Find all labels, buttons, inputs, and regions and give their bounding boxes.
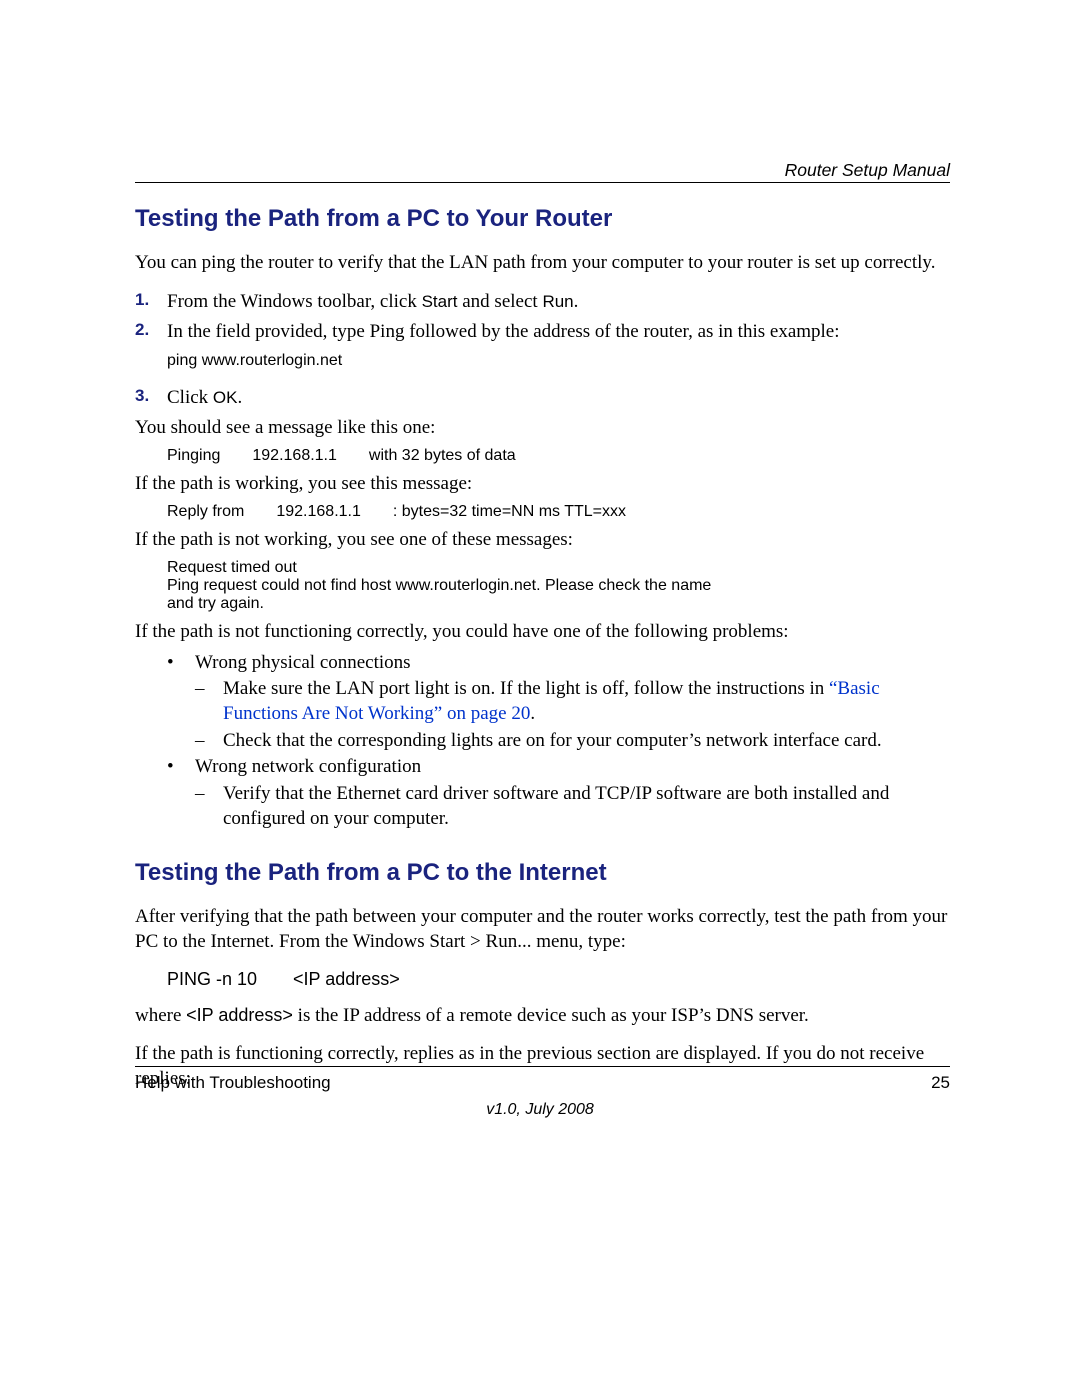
- text: Click: [167, 387, 213, 408]
- placeholder-ip: <IP address>: [186, 1005, 293, 1025]
- text: is the IP address of a remote device suc…: [293, 1005, 809, 1026]
- footer-chapter: Help with Troubleshooting: [135, 1073, 331, 1093]
- step-body: From the Windows toolbar, click Start an…: [167, 290, 950, 315]
- step-2: 2. In the field provided, type Ping foll…: [135, 320, 950, 379]
- step-number: 2.: [135, 320, 167, 379]
- text: and select: [458, 291, 543, 312]
- section1-intro: You can ping the router to verify that t…: [135, 251, 950, 276]
- text: .: [574, 291, 579, 312]
- text: .: [530, 703, 535, 724]
- dash-item: – Make sure the LAN port light is on. If…: [195, 677, 950, 726]
- step3-working-intro: If the path is working, you see this mes…: [135, 473, 950, 495]
- text: where: [135, 1005, 186, 1026]
- bullet-icon: •: [167, 755, 195, 780]
- step-3: 3. Click OK.: [135, 386, 950, 411]
- dash-text: Verify that the Ethernet card driver sof…: [223, 782, 950, 831]
- footer-page-number: 25: [931, 1073, 950, 1093]
- dash-icon: –: [195, 782, 223, 831]
- step-1: 1. From the Windows toolbar, click Start…: [135, 290, 950, 315]
- step3-diag-intro: If the path is not functioning correctly…: [135, 621, 950, 643]
- dash-icon: –: [195, 677, 223, 726]
- bullet-text: Wrong physical connections: [195, 651, 411, 676]
- step-body: Click OK.: [167, 386, 950, 411]
- footer-rule: [135, 1066, 950, 1067]
- text: From the Windows toolbar, click: [167, 291, 422, 312]
- code-line: ping www.routerlogin.net: [167, 351, 950, 372]
- dash-text: Make sure the LAN port light is on. If t…: [223, 677, 950, 726]
- section2-p2: where <IP address> is the IP address of …: [135, 1004, 950, 1029]
- page-content: Testing the Path from a PC to Your Route…: [135, 205, 950, 1106]
- dash-icon: –: [195, 729, 223, 754]
- step3-notworking-intro: If the path is not working, you see one …: [135, 529, 950, 551]
- bullet-text: Wrong network configuration: [195, 755, 421, 780]
- bullet-icon: •: [167, 651, 195, 676]
- header-rule: [135, 182, 950, 183]
- step-body: In the field provided, type Ping followe…: [167, 320, 950, 379]
- command-line: PING -n 10 <IP address>: [167, 969, 950, 990]
- page-header-title: Router Setup Manual: [785, 160, 950, 181]
- text: .: [237, 387, 242, 408]
- code-line: Pinging 192.168.1.1 with 32 bytes of dat…: [167, 447, 950, 465]
- error-line-1: Request timed out: [167, 559, 950, 577]
- section2-p1: After verifying that the path between yo…: [135, 905, 950, 954]
- code-line: Reply from 192.168.1.1 : bytes=32 time=N…: [167, 503, 950, 521]
- text: In the field provided, type Ping followe…: [167, 320, 950, 345]
- footer-row: Help with Troubleshooting 25: [135, 1073, 950, 1093]
- ui-label-ok: OK: [213, 388, 238, 407]
- step-number: 3.: [135, 386, 167, 411]
- bullet-item: • Wrong network configuration: [167, 755, 950, 780]
- footer-version: v1.0, July 2008: [0, 1101, 1080, 1119]
- dash-item: – Check that the corresponding lights ar…: [195, 729, 950, 754]
- section-heading-1: Testing the Path from a PC to Your Route…: [135, 205, 950, 233]
- ui-label-run: Run: [542, 292, 573, 311]
- ui-label-start: Start: [422, 292, 458, 311]
- dash-item: – Verify that the Ethernet card driver s…: [195, 782, 950, 831]
- bullet-item: • Wrong physical connections: [167, 651, 950, 676]
- text: Make sure the LAN port light is on. If t…: [223, 678, 829, 699]
- section-heading-2: Testing the Path from a PC to the Intern…: [135, 859, 950, 887]
- error-line-2: Ping request could not find host www.rou…: [167, 577, 727, 613]
- dash-text: Check that the corresponding lights are …: [223, 729, 882, 754]
- step3-msg-intro: You should see a message like this one:: [135, 417, 950, 439]
- document-page: Router Setup Manual Testing the Path fro…: [0, 0, 1080, 1397]
- step-number: 1.: [135, 290, 167, 315]
